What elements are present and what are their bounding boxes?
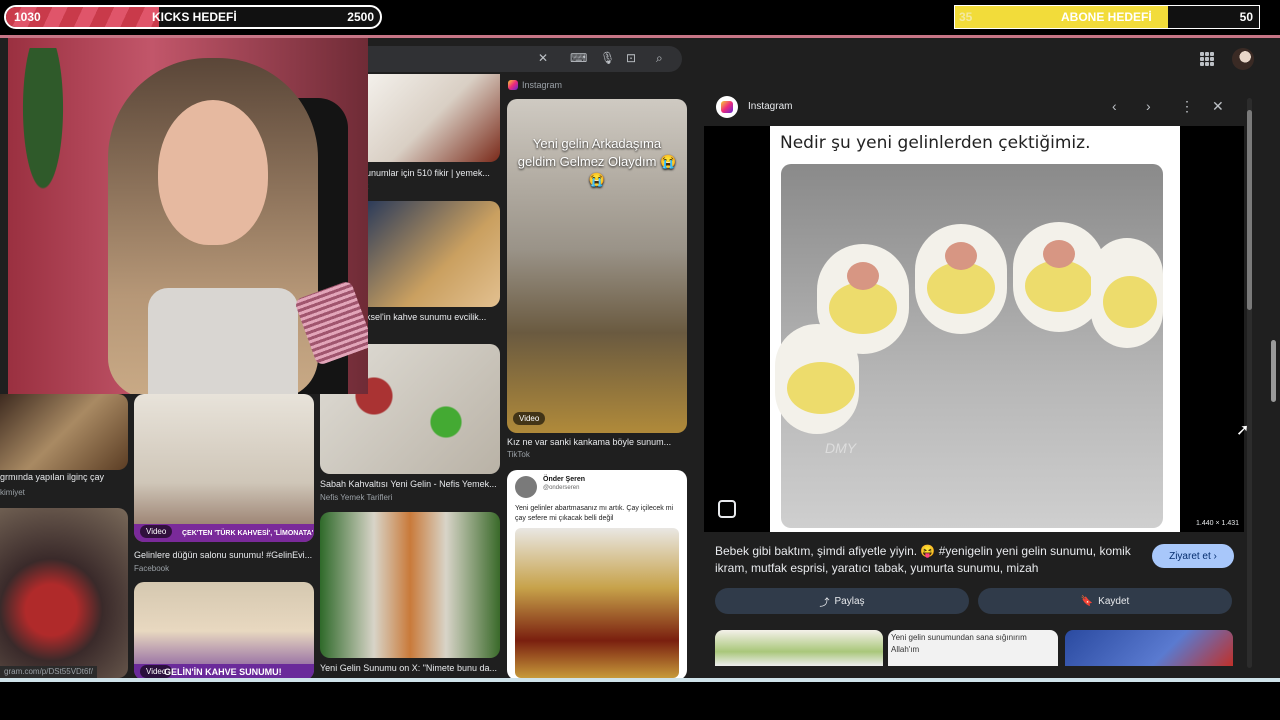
stream-bottom-bar: [0, 682, 1280, 720]
tile-caption[interactable]: Yeni Gelin Sunumu on X: "Nimete bunu da.…: [320, 663, 500, 673]
abone-goal: 50: [1239, 10, 1253, 24]
avatar[interactable]: [1232, 48, 1254, 70]
save-label: Kaydet: [1098, 595, 1130, 607]
tile-overlay-text: ÇEK'TEN 'TÜRK KAHVESİ', 'LİMONATA': [182, 530, 314, 537]
tile-overlay-text: GELİN'İN KAHVE SUNUMU!: [164, 667, 282, 677]
watermark: DMY: [825, 440, 857, 456]
tile-food-figure[interactable]: [320, 512, 500, 658]
visit-button[interactable]: Ziyaret et ›: [1152, 544, 1234, 568]
left-tile-table[interactable]: [0, 508, 128, 678]
instagram-icon: [716, 96, 738, 118]
tile-source: TikTok: [507, 450, 530, 459]
tile-wedding-salon[interactable]: Video ÇEK'TEN 'TÜRK KAHVESİ', 'LİMONATA': [134, 394, 314, 542]
image-description: Bebek gibi baktım, şimdi afiyetle yiyin.…: [715, 544, 1131, 575]
keyboard-icon[interactable]: ⌨: [570, 51, 587, 65]
lens-icon[interactable]: ⊡: [626, 51, 636, 65]
tweet-handle: @onderseren: [543, 485, 580, 491]
share-button[interactable]: ⤴ Paylaş: [715, 588, 969, 614]
share-label: Paylaş: [834, 595, 865, 607]
tweet-text: Yeni gelinler abartmasanız mı artık. Çay…: [515, 505, 674, 522]
page-scrollbar[interactable]: [1270, 38, 1278, 684]
more-icon[interactable]: ⋮: [1180, 98, 1194, 115]
avatar: [515, 476, 537, 498]
abone-current: 35: [959, 10, 973, 24]
related-thumb[interactable]: Yeni gelin sunumundan sana sığınırım All…: [888, 630, 1058, 666]
abone-goal-bar: 35 ABONE HEDEFİ 50: [954, 5, 1260, 29]
instagram-icon: [508, 80, 518, 90]
tweet-image: [515, 528, 679, 678]
tile-source: Instagram: [522, 80, 563, 90]
image-dimensions: 1.440 × 1.431: [1196, 520, 1240, 527]
bookmark-icon: 🔖: [1080, 595, 1094, 607]
panel-scrollbar[interactable]: [1246, 90, 1254, 684]
tweet-author: Önder Şeren: [543, 476, 586, 483]
tile-caption[interactable]: Sabah Kahvaltısı Yeni Gelin - Nefis Yeme…: [320, 479, 500, 489]
tile-caption[interactable]: ksel'in kahve sunumu evcilik...: [366, 312, 500, 322]
share-icon: ⤴: [819, 597, 830, 609]
tile-overlay-text: Yeni gelin Arkadaşıma geldim Gelmez Olay…: [517, 136, 677, 187]
meme-caption: Nedir şu yeni gelinlerden çektiğimiz.: [780, 133, 1091, 153]
prev-icon[interactable]: ‹: [1112, 98, 1117, 114]
left-tile-caption[interactable]: grmında yapılan ilginç çay: [0, 472, 126, 482]
tile-tweet[interactable]: Önder Şeren @onderseren Yeni gelinler ab…: [507, 470, 687, 680]
webcam-feed: [8, 38, 368, 394]
tile-caption[interactable]: unumlar için 510 fikir | yemek...: [366, 168, 500, 178]
related-thumb[interactable]: [1065, 630, 1233, 666]
kicks-goal: 2500: [347, 10, 374, 24]
next-icon[interactable]: ›: [1146, 98, 1151, 114]
tile-coffee-service[interactable]: Video GELİN'İN KAHVE SUNUMU!: [134, 582, 314, 680]
left-tile-source: kimiyet: [0, 488, 25, 497]
kicks-current: 1030: [14, 10, 41, 24]
related-thumb-text: Yeni gelin sunumundan sana sığınırım All…: [891, 633, 1027, 654]
close-icon[interactable]: ✕: [1212, 98, 1224, 115]
mic-icon[interactable]: 🎙: [600, 51, 615, 65]
lens-icon[interactable]: [718, 500, 736, 518]
tile-tiktok-tea[interactable]: Yeni gelin Arkadaşıma geldim Gelmez Olay…: [507, 99, 687, 433]
mouse-cursor-icon: ➚: [1236, 422, 1250, 439]
video-badge: Video: [140, 525, 173, 538]
apps-icon[interactable]: [1200, 52, 1214, 66]
related-thumb[interactable]: [715, 630, 883, 666]
tile-plates[interactable]: [366, 74, 500, 162]
tile-caption[interactable]: Gelinlere düğün salonu sunumu! #GelinEvi…: [134, 550, 314, 560]
tile-caption[interactable]: Kız ne var sanki kankama böyle sunum...: [507, 437, 687, 447]
close-icon[interactable]: ✕: [538, 51, 548, 65]
kicks-goal-bar: 1030 KICKS HEDEFİ 2500: [4, 5, 382, 29]
abone-label: ABONE HEDEFİ: [1061, 10, 1152, 24]
panel-source-title[interactable]: Instagram: [748, 101, 792, 112]
tile-source: Nefis Yemek Tarifleri: [320, 493, 393, 502]
search-icon[interactable]: ⌕: [656, 51, 663, 66]
visit-label: Ziyaret et: [1169, 550, 1211, 562]
egg-babies-photo: DMY: [775, 164, 1163, 528]
search-bar[interactable]: ✕ ⌨ 🎙 ⊡ ⌕: [366, 46, 682, 72]
left-tile-tea[interactable]: [0, 394, 128, 470]
browser-content: ✕ ⌨ 🎙 ⊡ ⌕ grmında yapılan ilginç çay kim…: [0, 38, 1280, 684]
tile-coffee-tray[interactable]: [366, 201, 500, 307]
kicks-label: KICKS HEDEFİ: [152, 10, 237, 24]
save-button[interactable]: 🔖 Kaydet: [978, 588, 1232, 614]
tile-source: Facebook: [134, 564, 170, 573]
video-badge: Video: [513, 412, 546, 425]
